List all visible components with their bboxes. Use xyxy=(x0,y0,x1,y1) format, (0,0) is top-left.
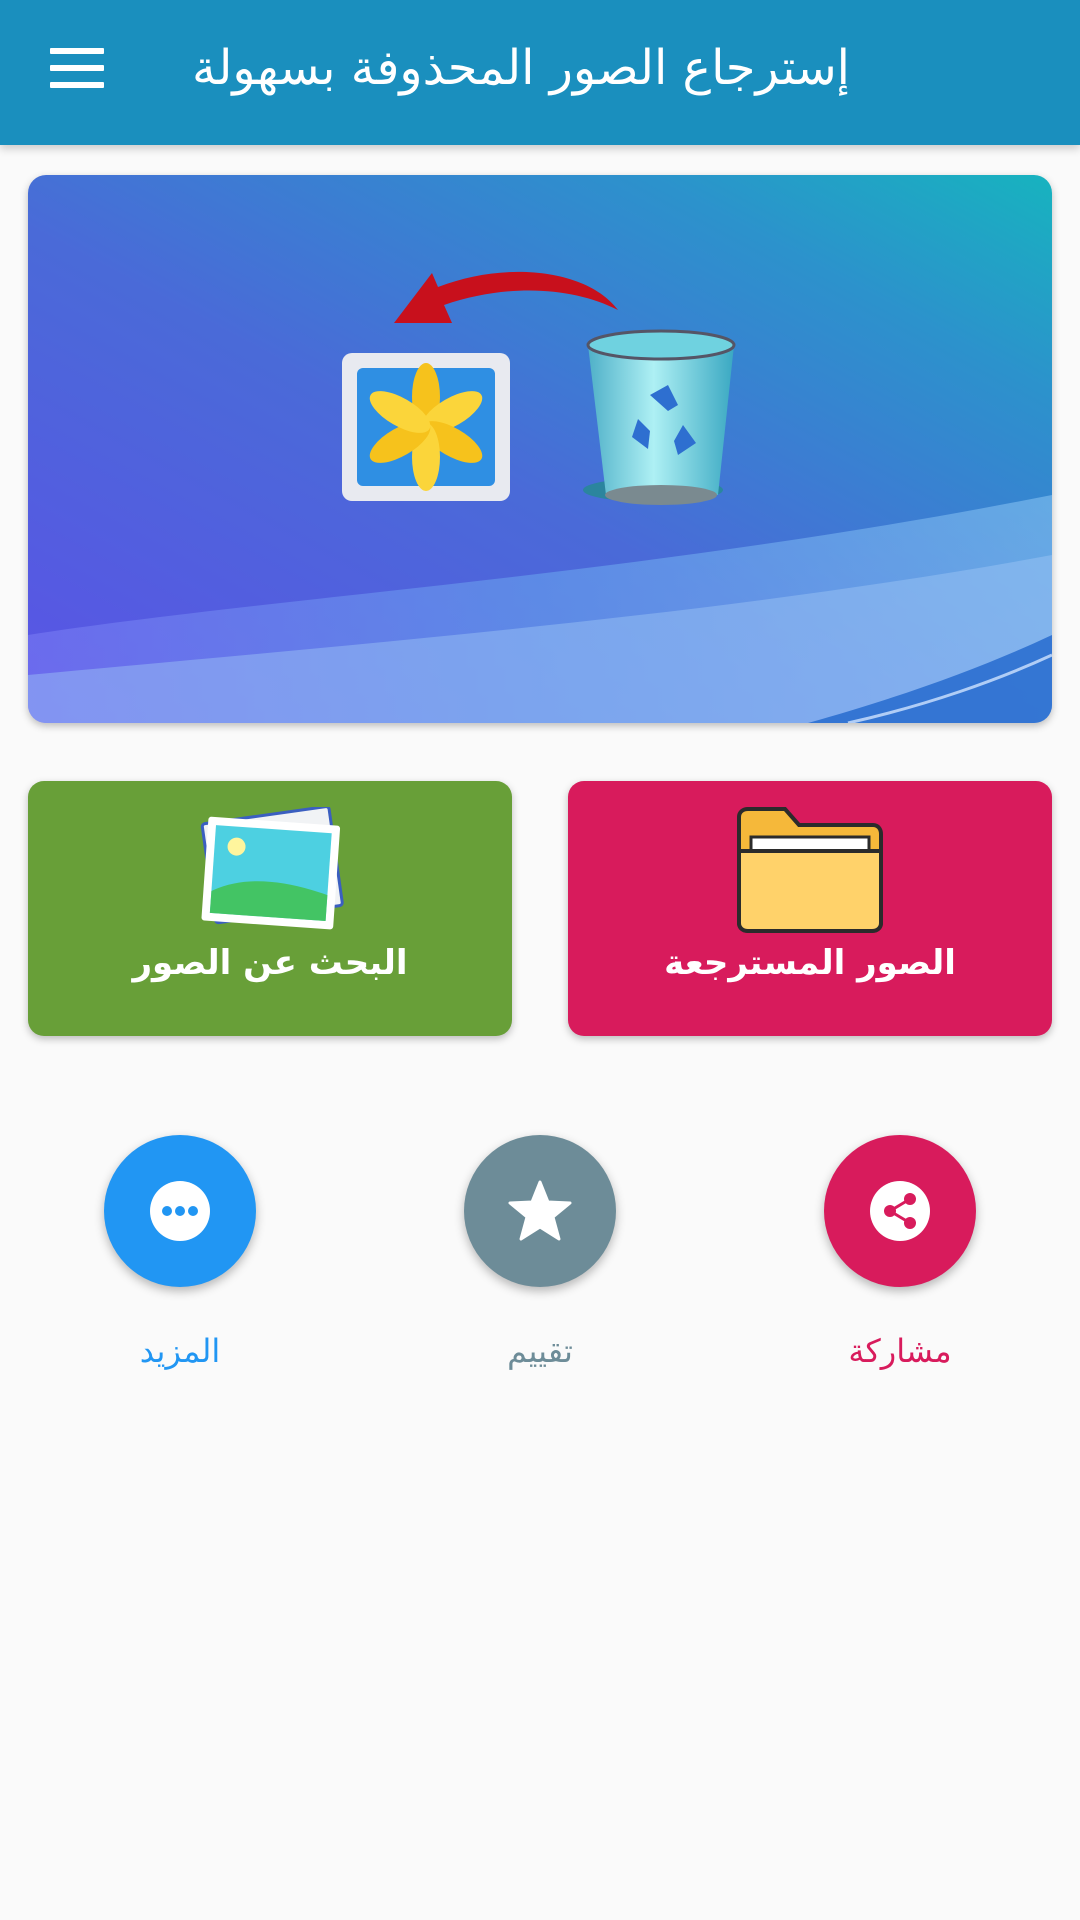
app-title: إسترجاع الصور المحذوفة بسهولة xyxy=(191,40,850,96)
more-button[interactable]: المزيد xyxy=(80,1135,280,1395)
recovered-photos-button[interactable]: الصور المسترجعة xyxy=(568,781,1052,1036)
photos-icon xyxy=(200,807,344,930)
search-photos-label: البحث عن الصور xyxy=(132,943,408,983)
recycle-bin-icon xyxy=(583,329,736,505)
share-button[interactable]: مشاركة xyxy=(800,1135,1000,1395)
banner-illustration xyxy=(28,175,1052,723)
star-icon xyxy=(508,1180,572,1241)
folder-icon xyxy=(737,807,883,933)
hero-banner xyxy=(28,175,1052,723)
search-photos-button[interactable]: البحث عن الصور xyxy=(28,781,512,1036)
app-bar: إسترجاع الصور المحذوفة بسهولة xyxy=(0,0,1080,145)
recovered-photos-label: الصور المسترجعة xyxy=(664,943,956,983)
share-label: مشاركة xyxy=(848,1332,952,1370)
share-icon xyxy=(870,1181,930,1241)
share-circle[interactable] xyxy=(824,1135,976,1287)
more-dots-icon xyxy=(150,1181,210,1241)
rate-circle[interactable] xyxy=(464,1135,616,1287)
hamburger-menu-icon[interactable] xyxy=(50,48,104,88)
photo-gallery-icon xyxy=(342,353,510,501)
more-label: المزيد xyxy=(139,1332,221,1370)
rate-label: تقييم xyxy=(507,1332,573,1370)
rate-button[interactable]: تقييم xyxy=(440,1135,640,1395)
more-circle[interactable] xyxy=(104,1135,256,1287)
